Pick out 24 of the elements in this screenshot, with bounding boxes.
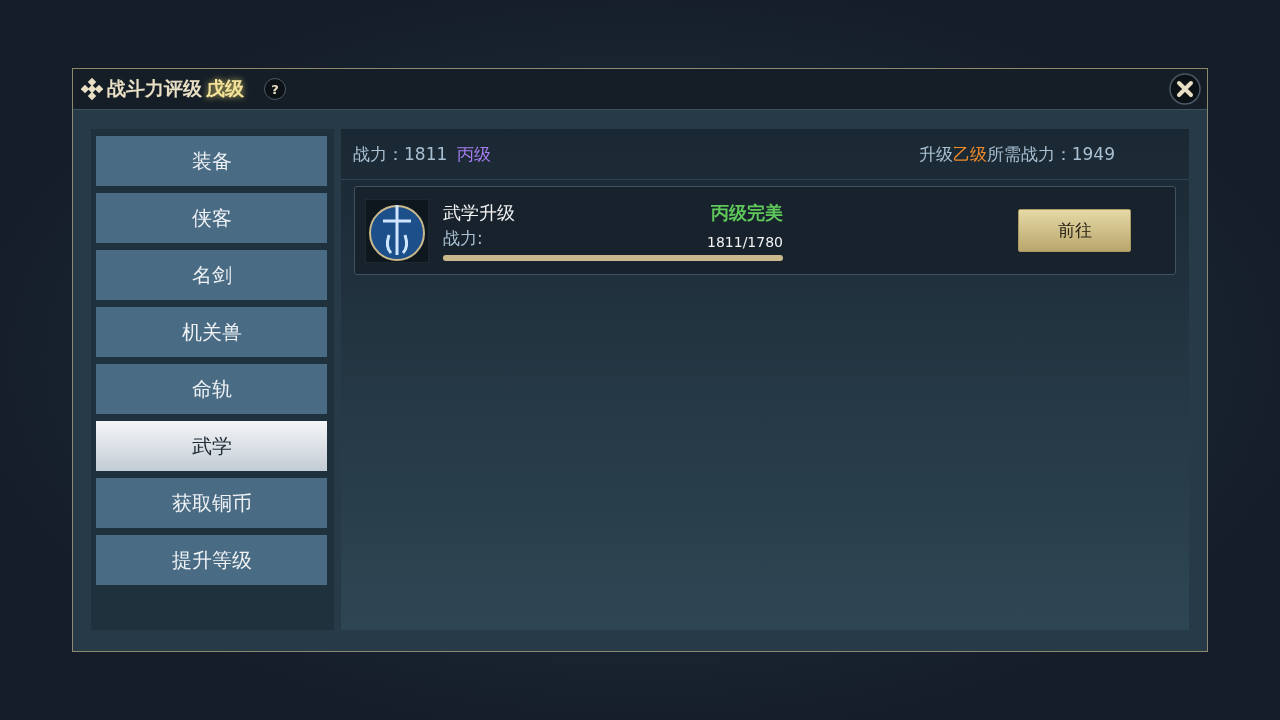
- sidebar-tab[interactable]: 机关兽: [96, 307, 327, 357]
- sidebar-tab[interactable]: 侠客: [96, 193, 327, 243]
- required-power-text: 所需战力：1949: [986, 142, 1115, 166]
- sidebar-tab[interactable]: 名剑: [96, 250, 327, 300]
- sidebar-tab[interactable]: 武学: [96, 421, 327, 471]
- power-label: 战力:: [443, 226, 483, 250]
- help-button[interactable]: ?: [264, 78, 286, 100]
- progress-text: 1811/1780: [707, 233, 783, 250]
- sidebar-tab[interactable]: 获取铜币: [96, 478, 327, 528]
- close-icon[interactable]: [1169, 73, 1201, 105]
- go-button[interactable]: 前往: [1018, 209, 1131, 252]
- sidebar-tab[interactable]: 提升等级: [96, 535, 327, 585]
- grade-text: 乙级: [952, 142, 987, 166]
- knot-icon: [81, 78, 103, 100]
- sidebar-tab[interactable]: 命轨: [96, 364, 327, 414]
- grade-text: 戊级: [206, 76, 244, 101]
- window-title: 战斗力评级: [107, 76, 202, 101]
- upgrade-text: 升级: [918, 142, 953, 166]
- status-text: 丙级完美: [711, 200, 783, 225]
- grade-text: 丙级: [457, 142, 492, 166]
- task-title: 武学升级: [443, 200, 515, 225]
- sword-emblem-icon: [365, 198, 429, 263]
- power-text: 战力：1811: [353, 142, 448, 166]
- sidebar-tab[interactable]: 装备: [96, 136, 327, 186]
